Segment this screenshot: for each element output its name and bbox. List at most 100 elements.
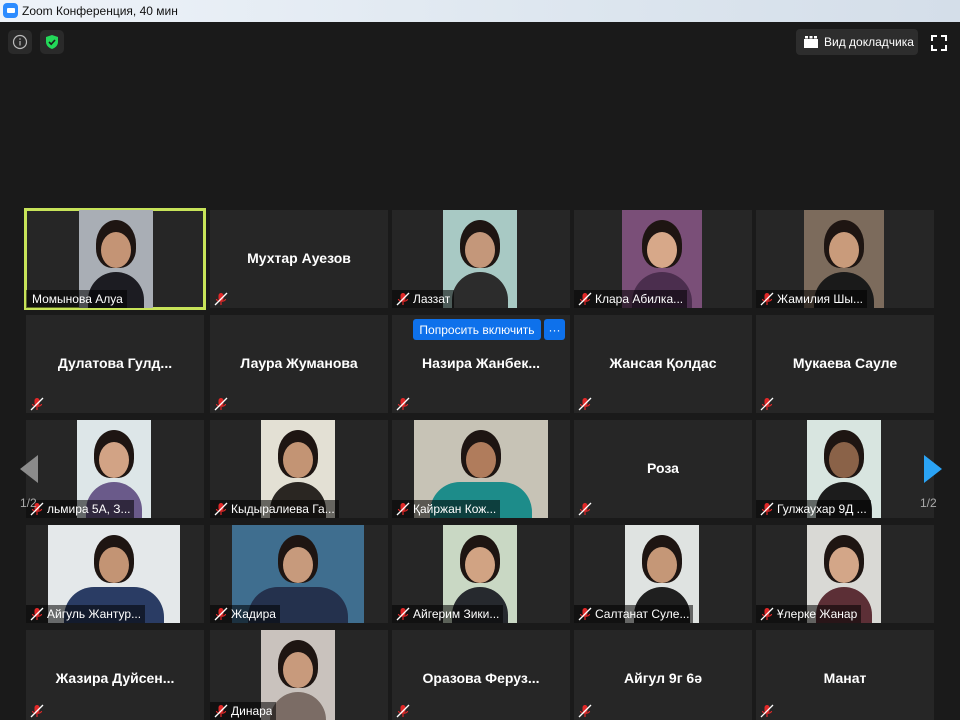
participant-display-name: Назира Жанбек... xyxy=(421,355,541,371)
mic-muted-icon xyxy=(214,502,228,516)
participant-display-name: Лаура Жуманова xyxy=(240,355,358,371)
participant-name-label: Лаззат xyxy=(392,290,455,308)
mic-muted-icon xyxy=(30,704,44,718)
participant-display-name: Роза xyxy=(647,460,679,476)
participant-tile[interactable]: Лаура Жуманова xyxy=(210,315,388,413)
participant-name: Ұлерке Жанар xyxy=(777,607,858,621)
mic-muted-icon xyxy=(396,607,410,621)
participant-name-label xyxy=(26,395,51,413)
participant-display-name: Мухтар Ауезов xyxy=(247,250,351,266)
mic-muted-icon xyxy=(578,292,592,306)
mic-muted-icon xyxy=(396,704,410,718)
participant-tile[interactable]: Момынова Алуа xyxy=(24,208,206,310)
info-icon[interactable] xyxy=(8,30,32,54)
participant-name: Кыдыралиева Га... xyxy=(231,502,335,516)
participant-name: Салтанат Суле... xyxy=(595,607,690,621)
participant-tile[interactable]: Кыдыралиева Га... xyxy=(210,420,388,518)
participant-name: Динара xyxy=(231,704,273,718)
mic-muted-icon xyxy=(214,292,228,306)
participant-name-label xyxy=(210,395,235,413)
more-options-button[interactable]: ··· xyxy=(544,319,565,340)
participant-name-label: Момынова Алуа xyxy=(26,290,127,308)
speaker-view-label: Вид докладчика xyxy=(824,35,914,49)
participant-tile[interactable]: Клара Абилка... xyxy=(574,210,752,308)
participant-tile[interactable]: льмира 5А, З... xyxy=(26,420,204,518)
participant-name-label: Ұлерке Жанар xyxy=(756,605,862,623)
mic-muted-icon xyxy=(396,397,410,411)
participant-name: Лаззат xyxy=(413,292,451,306)
participant-name: Жадира xyxy=(231,607,276,621)
mic-muted-icon xyxy=(760,704,774,718)
participant-tile[interactable]: Роза xyxy=(574,420,752,518)
participant-name: Айгуль Жантур... xyxy=(47,607,142,621)
mic-muted-icon xyxy=(578,397,592,411)
participant-name: Момынова Алуа xyxy=(32,292,123,306)
participant-tile[interactable]: Жазира Дуйсен... xyxy=(26,630,204,720)
mic-muted-icon xyxy=(760,607,774,621)
mic-muted-icon xyxy=(760,502,774,516)
mic-muted-icon xyxy=(578,704,592,718)
mic-muted-icon xyxy=(214,704,228,718)
participant-name-label: Жамилия Шы... xyxy=(756,290,868,308)
participant-name-label: Динара xyxy=(210,702,277,720)
participant-display-name: Жансая Қолдас xyxy=(609,355,717,371)
chevron-left-icon xyxy=(20,455,38,483)
page-indicator-right: 1/2 xyxy=(920,496,937,510)
speaker-view-button[interactable]: Вид докладчика xyxy=(796,29,918,55)
participant-name-label: Айгуль Жантур... xyxy=(26,605,146,623)
participant-tile[interactable]: Динара xyxy=(210,630,388,720)
participant-name-label xyxy=(574,395,599,413)
participant-name-label: Жадира xyxy=(210,605,280,623)
participant-tile[interactable]: Манат xyxy=(756,630,934,720)
mic-muted-icon xyxy=(30,607,44,621)
ask-to-unmute-button[interactable]: Попросить включить xyxy=(413,319,541,340)
participant-display-name: Оразова Феруз... xyxy=(422,670,540,686)
participant-tile[interactable]: Салтанат Суле... xyxy=(574,525,752,623)
participant-name-label xyxy=(756,702,781,720)
participant-tile[interactable]: Жамилия Шы... xyxy=(756,210,934,308)
participant-tile[interactable]: Мухтар Ауезов xyxy=(210,210,388,308)
participant-tile[interactable]: Жансая Қолдас xyxy=(574,315,752,413)
grid-icon xyxy=(804,36,818,48)
participant-name: льмира 5А, З... xyxy=(47,502,131,516)
participant-name-label: Клара Абилка... xyxy=(574,290,688,308)
participant-name-label xyxy=(26,702,51,720)
mic-muted-icon xyxy=(578,607,592,621)
participant-tile[interactable]: Ұлерке Жанар xyxy=(756,525,934,623)
mic-muted-icon xyxy=(396,502,410,516)
participant-name-label: Салтанат Суле... xyxy=(574,605,694,623)
participant-tile[interactable]: Оразова Феруз... xyxy=(392,630,570,720)
participant-name: Клара Абилка... xyxy=(595,292,684,306)
participant-tile[interactable]: Жадира xyxy=(210,525,388,623)
mic-muted-icon xyxy=(578,502,592,516)
participant-name-label xyxy=(574,702,599,720)
participant-name: Қайржан Кож... xyxy=(413,502,497,516)
participant-tile[interactable]: Мукаева Сауле xyxy=(756,315,934,413)
shield-check-icon[interactable] xyxy=(40,30,64,54)
mic-muted-icon xyxy=(214,607,228,621)
participant-display-name: Жазира Дуйсен... xyxy=(55,670,175,686)
participant-tile[interactable]: Дулатова Гулд... xyxy=(26,315,204,413)
participant-name-label xyxy=(756,395,781,413)
zoom-logo-icon xyxy=(3,3,18,18)
mic-muted-icon xyxy=(396,292,410,306)
participant-name-label: Қайржан Кож... xyxy=(392,500,501,518)
participant-display-name: Манат xyxy=(823,670,867,686)
participant-name-label: Гулжаухар 9Д ... xyxy=(756,500,871,518)
participant-name: Жамилия Шы... xyxy=(777,292,864,306)
participant-name-label xyxy=(392,395,417,413)
participant-tile[interactable]: Қайржан Кож... xyxy=(392,420,570,518)
participant-tile[interactable]: Айгул 9г 6ә xyxy=(574,630,752,720)
mic-muted-icon xyxy=(760,397,774,411)
mic-muted-icon xyxy=(760,292,774,306)
window-title: Zoom Конференция, 40 мин xyxy=(22,4,178,18)
participant-name: Айгерим Зики... xyxy=(413,607,500,621)
participant-name-label xyxy=(392,702,417,720)
chevron-right-icon xyxy=(924,455,942,483)
page-indicator-left: 1/2 xyxy=(20,496,37,510)
participant-tile[interactable]: Айгерим Зики... xyxy=(392,525,570,623)
fullscreen-icon[interactable] xyxy=(929,33,949,53)
mic-muted-icon xyxy=(214,397,228,411)
participant-tile[interactable]: Айгуль Жантур... xyxy=(26,525,204,623)
participant-tile[interactable]: Лаззат xyxy=(392,210,570,308)
